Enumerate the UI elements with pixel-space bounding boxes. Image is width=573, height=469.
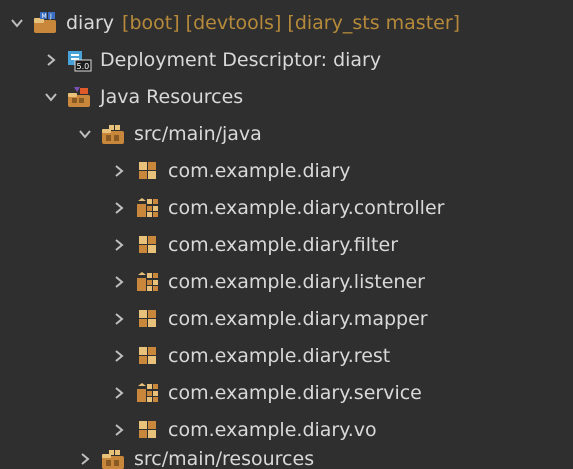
package-group-icon: [134, 270, 160, 294]
chevron-right-icon[interactable]: [110, 273, 128, 291]
chevron-down-icon[interactable]: [42, 88, 60, 106]
package-icon: [134, 307, 160, 331]
package-label: com.example.diary.mapper: [168, 307, 428, 330]
tree-item-package[interactable]: com.example.diary.rest: [110, 337, 390, 374]
package-label: com.example.diary: [168, 159, 351, 182]
tree-item-package[interactable]: com.example.diary: [110, 152, 350, 189]
chevron-right-icon[interactable]: [110, 162, 128, 180]
chevron-right-icon[interactable]: [110, 310, 128, 328]
tree-item-package[interactable]: com.example.diary.controller: [110, 189, 444, 226]
chevron-right-icon[interactable]: [110, 421, 128, 439]
tree-item-package[interactable]: com.example.diary.filter: [110, 226, 398, 263]
project-decoration: [boot] [devtools] [diary_sts master]: [122, 11, 461, 34]
chevron-right-icon[interactable]: [42, 51, 60, 69]
chevron-down-icon[interactable]: [8, 14, 26, 32]
project-explorer-tree: M J diary [boot] [devtools] [diary_sts m…: [0, 0, 573, 469]
tree-item-src-main-java[interactable]: src/main/java: [76, 115, 262, 152]
tree-item-src-main-resources[interactable]: src/main/resources: [76, 440, 314, 469]
package-group-icon: [134, 381, 160, 405]
src-main-java-label: src/main/java: [134, 122, 262, 145]
package-label: com.example.diary.rest: [168, 344, 391, 367]
svg-text:J: J: [49, 13, 52, 20]
source-folder-icon: [100, 447, 126, 469]
svg-text:M: M: [42, 13, 47, 20]
package-label: com.example.diary.listener: [168, 270, 425, 293]
deployment-descriptor-icon: 5.0: [66, 48, 92, 72]
package-label: com.example.diary.service: [168, 381, 422, 404]
package-label: com.example.diary.controller: [168, 196, 445, 219]
chevron-right-icon[interactable]: [110, 347, 128, 365]
chevron-right-icon[interactable]: [110, 384, 128, 402]
package-icon: [134, 233, 160, 257]
tree-item-package[interactable]: com.example.diary.service: [110, 374, 422, 411]
chevron-right-icon[interactable]: [110, 199, 128, 217]
chevron-right-icon[interactable]: [76, 450, 94, 468]
package-icon: [134, 159, 160, 183]
tree-item-package[interactable]: com.example.diary.mapper: [110, 300, 428, 337]
package-group-icon: [134, 196, 160, 220]
chevron-right-icon[interactable]: [110, 236, 128, 254]
tree-item-deployment-descriptor[interactable]: 5.0 Deployment Descriptor: diary: [42, 41, 381, 78]
svg-text:5.0: 5.0: [77, 62, 90, 71]
tree-item-package[interactable]: com.example.diary.listener: [110, 263, 425, 300]
src-main-resources-label: src/main/resources: [134, 447, 315, 469]
tree-item-java-resources[interactable]: Java Resources: [42, 78, 243, 115]
project-icon: M J: [32, 11, 58, 35]
source-folder-icon: [100, 122, 126, 146]
project-name: diary: [66, 11, 115, 34]
chevron-down-icon[interactable]: [76, 125, 94, 143]
package-icon: [134, 418, 160, 442]
java-resources-label: Java Resources: [100, 85, 244, 108]
package-label: com.example.diary.vo: [168, 418, 377, 441]
package-icon: [134, 344, 160, 368]
package-label: com.example.diary.filter: [168, 233, 399, 256]
java-resources-icon: [66, 85, 92, 109]
deployment-descriptor-label: Deployment Descriptor: diary: [100, 48, 382, 71]
tree-item-project[interactable]: M J diary [boot] [devtools] [diary_sts m…: [8, 4, 460, 41]
